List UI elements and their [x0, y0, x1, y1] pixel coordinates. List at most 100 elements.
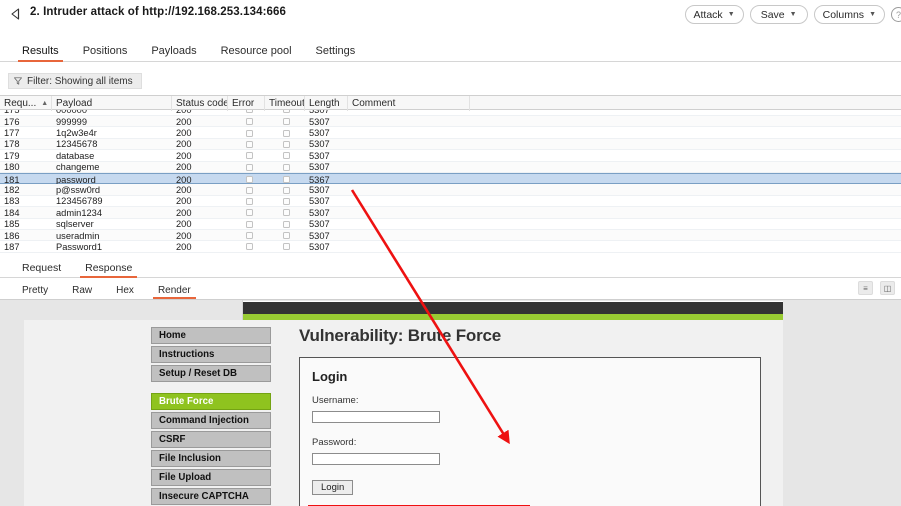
- cell-error-checkbox[interactable]: [242, 241, 279, 252]
- login-button[interactable]: Login: [312, 480, 353, 495]
- cell-error-checkbox[interactable]: [242, 110, 279, 115]
- cell-length: 5307: [305, 196, 348, 207]
- cell-comment: [348, 150, 470, 161]
- error-checkbox[interactable]: [246, 198, 253, 205]
- error-checkbox[interactable]: [246, 118, 253, 125]
- timeout-checkbox[interactable]: [283, 232, 290, 239]
- tab-hex[interactable]: Hex: [104, 285, 146, 299]
- error-checkbox[interactable]: [246, 221, 253, 228]
- error-checkbox[interactable]: [246, 243, 253, 250]
- nav-item-csrf[interactable]: CSRF: [151, 431, 271, 448]
- tab-resource-pool[interactable]: Resource pool: [209, 45, 304, 61]
- timeout-checkbox[interactable]: [283, 221, 290, 228]
- table-row[interactable]: 1831234567892005307: [0, 196, 901, 207]
- column-header-status-code[interactable]: Status code: [172, 96, 228, 111]
- password-input[interactable]: [312, 453, 440, 465]
- timeout-checkbox[interactable]: [283, 152, 290, 159]
- cell-comment: [348, 184, 470, 195]
- table-row[interactable]: 1771q2w3e4r2005307: [0, 127, 901, 138]
- save-button[interactable]: Save ▼: [750, 5, 808, 24]
- table-row[interactable]: 179database2005307: [0, 150, 901, 161]
- cell-error-checkbox[interactable]: [242, 150, 279, 161]
- tab-payloads[interactable]: Payloads: [139, 45, 208, 61]
- tab-request[interactable]: Request: [10, 262, 73, 277]
- cell-status-code: 200: [172, 150, 228, 161]
- table-row[interactable]: 185sqlserver2005307: [0, 219, 901, 230]
- cell-error-checkbox[interactable]: [242, 196, 279, 207]
- timeout-checkbox[interactable]: [283, 130, 290, 137]
- nav-item-setup-reset-db[interactable]: Setup / Reset DB: [151, 365, 271, 382]
- nav-item-home[interactable]: Home: [151, 327, 271, 344]
- column-header-requ[interactable]: Requ...▲: [0, 96, 52, 111]
- error-checkbox[interactable]: [246, 110, 253, 113]
- error-checkbox[interactable]: [246, 141, 253, 148]
- timeout-checkbox[interactable]: [283, 176, 290, 183]
- help-circle-icon[interactable]: ?: [891, 7, 901, 22]
- column-header-length[interactable]: Length: [305, 96, 348, 111]
- tab-raw[interactable]: Raw: [60, 285, 104, 299]
- error-checkbox[interactable]: [246, 209, 253, 216]
- nav-item-insecure-captcha[interactable]: Insecure CAPTCHA: [151, 488, 271, 505]
- attack-button[interactable]: Attack ▼: [685, 5, 744, 24]
- nav-item-command-injection[interactable]: Command Injection: [151, 412, 271, 429]
- timeout-checkbox[interactable]: [283, 118, 290, 125]
- cell-error-checkbox[interactable]: [242, 230, 279, 241]
- table-body: 175000000200530717699999920053071771q2w3…: [0, 110, 901, 253]
- column-header-error[interactable]: Error: [228, 96, 265, 111]
- column-header-payload[interactable]: Payload: [52, 96, 172, 111]
- timeout-checkbox[interactable]: [283, 141, 290, 148]
- cell-error-checkbox[interactable]: [242, 162, 279, 173]
- cell-error-checkbox[interactable]: [242, 139, 279, 150]
- cell-error-checkbox[interactable]: [242, 116, 279, 127]
- table-row[interactable]: 182p@ssw0rd2005307: [0, 184, 901, 195]
- back-arrow-icon[interactable]: [8, 6, 24, 22]
- nav-item-instructions[interactable]: Instructions: [151, 346, 271, 363]
- nav-item-file-upload[interactable]: File Upload: [151, 469, 271, 486]
- table-row[interactable]: 180changeme2005307: [0, 162, 901, 173]
- tab-results[interactable]: Results: [10, 45, 71, 61]
- cell-status-code: 200: [172, 207, 228, 218]
- username-input[interactable]: [312, 411, 440, 423]
- tab-settings[interactable]: Settings: [304, 45, 368, 61]
- cell-error-checkbox[interactable]: [242, 207, 279, 218]
- nav-item-file-inclusion[interactable]: File Inclusion: [151, 450, 271, 467]
- table-row[interactable]: 187Password12005307: [0, 241, 901, 252]
- timeout-checkbox[interactable]: [283, 243, 290, 250]
- column-header-label: Payload: [56, 98, 92, 109]
- timeout-checkbox[interactable]: [283, 187, 290, 194]
- cell-status-code: 200: [172, 219, 228, 230]
- cell-error-checkbox[interactable]: [242, 219, 279, 230]
- filter-bar[interactable]: Filter: Showing all items: [8, 73, 142, 89]
- cell-error-checkbox[interactable]: [242, 184, 279, 195]
- error-checkbox[interactable]: [246, 176, 253, 183]
- error-checkbox[interactable]: [246, 164, 253, 171]
- cell-payload: Password1: [52, 241, 172, 252]
- tab-response[interactable]: Response: [73, 262, 144, 277]
- inspector-icon[interactable]: ◫: [880, 281, 895, 295]
- table-row[interactable]: 1769999992005307: [0, 116, 901, 127]
- results-table: Requ...▲ Payload Status codeErrorTimeout Le…: [0, 95, 901, 257]
- error-checkbox[interactable]: [246, 232, 253, 239]
- column-header-timeout[interactable]: Timeout: [265, 96, 305, 111]
- columns-button[interactable]: Columns ▼: [814, 5, 885, 24]
- column-header-label: Length: [309, 98, 340, 109]
- timeout-checkbox[interactable]: [283, 198, 290, 205]
- cell-error-checkbox[interactable]: [242, 127, 279, 138]
- error-checkbox[interactable]: [246, 152, 253, 159]
- timeout-checkbox[interactable]: [283, 209, 290, 216]
- cell-length: 5307: [305, 116, 348, 127]
- table-row[interactable]: 178123456782005307: [0, 139, 901, 150]
- timeout-checkbox[interactable]: [283, 164, 290, 171]
- timeout-checkbox[interactable]: [283, 110, 290, 113]
- table-row[interactable]: 186useradmin2005307: [0, 230, 901, 241]
- error-checkbox[interactable]: [246, 187, 253, 194]
- nav-item-brute-force[interactable]: Brute Force: [151, 393, 271, 410]
- column-header-comment[interactable]: Comment: [348, 96, 470, 111]
- table-row[interactable]: 181password2005367: [0, 173, 901, 184]
- tab-positions[interactable]: Positions: [71, 45, 140, 61]
- table-row[interactable]: 184admin12342005307: [0, 207, 901, 218]
- error-checkbox[interactable]: [246, 130, 253, 137]
- wrap-lines-icon[interactable]: ≡: [858, 281, 873, 295]
- tab-pretty[interactable]: Pretty: [10, 285, 60, 299]
- tab-render[interactable]: Render: [146, 285, 203, 299]
